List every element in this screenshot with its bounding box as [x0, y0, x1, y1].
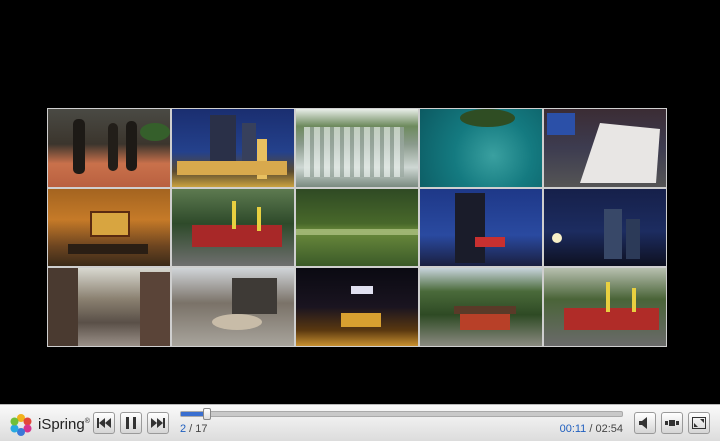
photo-night-market: [296, 268, 418, 346]
photo-modern-street: [172, 268, 294, 346]
progress-thumb[interactable]: [203, 408, 212, 420]
slide-stage: [0, 0, 720, 404]
total-time: 02:54: [595, 423, 623, 435]
time-display: 00:11 / 02:54: [559, 423, 623, 435]
slide-outline-icon: [665, 420, 679, 426]
photo-red-gate: [172, 188, 294, 267]
photo-old-street: [48, 268, 170, 346]
photo-skyscraper: [420, 188, 542, 267]
fullscreen-button[interactable]: [688, 412, 710, 434]
photo-statues: [48, 109, 170, 187]
photo-turquoise-water: [420, 109, 542, 187]
progress-track[interactable]: [180, 408, 623, 420]
pause-icon: [126, 417, 136, 429]
speaker-icon: [639, 417, 647, 429]
total-slides: 17: [195, 423, 208, 435]
photo-city-night: [544, 188, 666, 267]
skip-back-icon: [97, 418, 111, 428]
volume-button[interactable]: [634, 412, 656, 434]
pause-button[interactable]: [120, 412, 142, 434]
photo-lake: [296, 188, 418, 267]
photo-collage: [47, 108, 667, 347]
photo-night-skyline: [172, 109, 294, 187]
next-slide-button[interactable]: [147, 412, 169, 434]
photo-temple: [420, 268, 542, 346]
current-time: 00:11: [559, 423, 587, 435]
skip-forward-icon: [151, 418, 165, 428]
photo-lobby: [48, 188, 170, 267]
photo-waterfall: [296, 109, 418, 187]
brand-label: iSpring®: [38, 416, 90, 433]
fullscreen-icon: [692, 417, 706, 429]
ispring-logo-icon: [10, 414, 32, 436]
photo-monument: [544, 109, 666, 187]
outline-button[interactable]: [661, 412, 683, 434]
photo-festival-gate: [544, 268, 666, 346]
slide-counter: 2 / 17: [180, 423, 208, 435]
previous-slide-button[interactable]: [93, 412, 115, 434]
